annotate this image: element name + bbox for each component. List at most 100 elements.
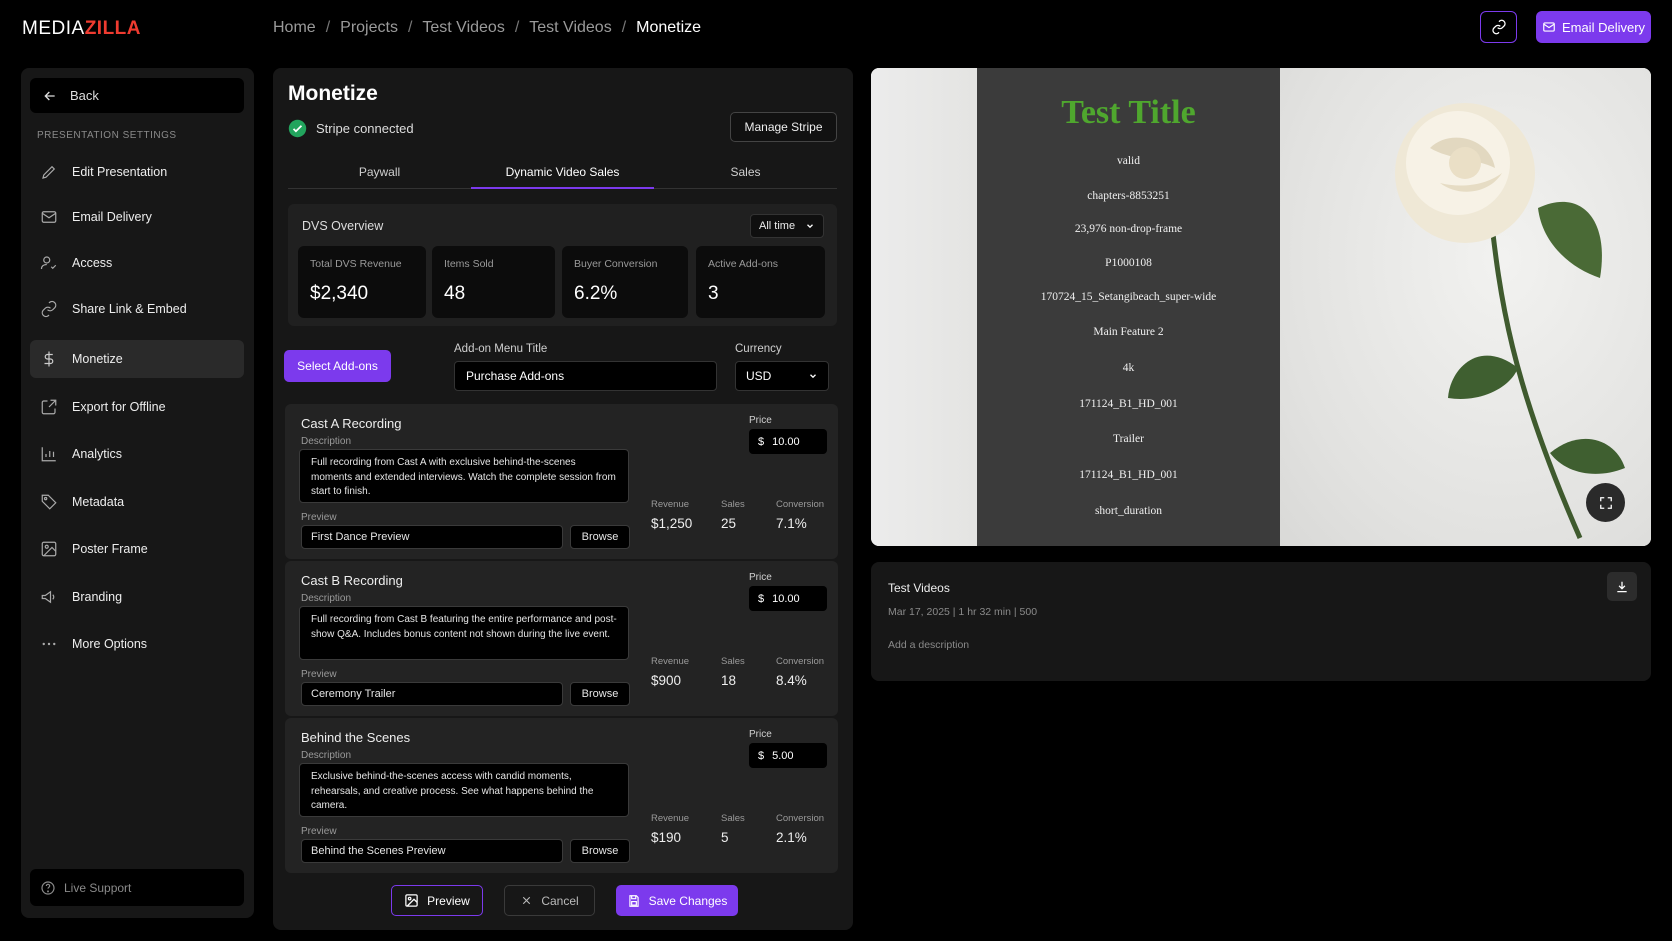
currency-label: Currency <box>735 343 782 355</box>
preview-label: Preview <box>301 826 337 837</box>
chevron-down-icon <box>810 374 816 379</box>
sidebar-item-email-delivery[interactable]: Email Delivery <box>30 198 244 236</box>
sales-label: Sales <box>721 656 745 667</box>
price-input[interactable]: $10.00 <box>749 586 827 611</box>
export-icon <box>41 399 57 415</box>
tab-sales[interactable]: Sales <box>654 155 837 188</box>
download-button[interactable] <box>1607 572 1637 601</box>
live-support-label: Live Support <box>64 880 132 895</box>
conversion-value: 8.4% <box>776 673 807 688</box>
breadcrumb: Home / Projects / Test Videos / Test Videos… <box>273 19 701 37</box>
back-label: Back <box>70 88 99 103</box>
revenue-label: Revenue <box>651 813 690 824</box>
description-textarea[interactable]: Full recording from Cast A with exclusiv… <box>299 449 629 503</box>
video-line: 23,976 non-drop-frame <box>1074 223 1183 235</box>
breadcrumb-current: Monetize <box>636 19 702 36</box>
conversion-value: 2.1% <box>776 830 807 845</box>
stripe-status-label: Stripe connected <box>316 121 414 136</box>
image-icon <box>405 894 418 907</box>
preview-input[interactable]: First Dance Preview <box>301 525 563 549</box>
price-value: 5.00 <box>772 749 794 762</box>
currency-symbol: $ <box>758 592 765 605</box>
save-changes-button[interactable]: Save Changes <box>616 885 738 916</box>
mail-icon <box>41 211 57 223</box>
fullscreen-button[interactable] <box>1586 483 1625 522</box>
stat-card: Total DVS Revenue $2,340 <box>298 246 426 318</box>
browse-button[interactable]: Browse <box>570 525 630 549</box>
logo[interactable]: MEDIAZILLA <box>22 18 141 40</box>
stat-label: Total DVS Revenue <box>310 258 402 270</box>
tag-icon <box>41 494 57 510</box>
back-button[interactable]: Back <box>30 78 244 113</box>
stat-value: 3 <box>708 283 719 304</box>
stripe-status: Stripe connected <box>288 119 414 138</box>
sidebar-item-export[interactable]: Export for Offline <box>30 388 244 426</box>
currency-symbol: $ <box>758 749 765 762</box>
arrow-left-icon <box>44 91 55 100</box>
price-label: Price <box>749 572 772 583</box>
manage-stripe-button[interactable]: Manage Stripe <box>730 112 837 142</box>
live-support-button[interactable]: Live Support <box>30 869 244 906</box>
breadcrumb-separator: / <box>407 19 413 36</box>
description-placeholder[interactable]: Add a description <box>888 639 969 651</box>
description-textarea[interactable]: Full recording from Cast B featuring the… <box>299 606 629 660</box>
sidebar-item-monetize[interactable]: Monetize <box>30 340 244 378</box>
stat-label: Buyer Conversion <box>574 258 658 270</box>
sales-label: Sales <box>721 499 745 510</box>
sidebar-item-access[interactable]: Access <box>30 244 244 282</box>
sidebar-item-branding[interactable]: Branding <box>30 578 244 616</box>
preview-input[interactable]: Behind the Scenes Preview <box>301 839 563 863</box>
preview-label: Preview <box>427 893 470 908</box>
copy-link-button[interactable] <box>1480 11 1517 43</box>
breadcrumb-home[interactable]: Home <box>273 19 316 37</box>
browse-button[interactable]: Browse <box>570 682 630 706</box>
time-range-select[interactable]: All time <box>750 214 824 238</box>
sales-value: 18 <box>721 673 737 688</box>
preview-button[interactable]: Preview <box>391 885 483 916</box>
video-line: 4k <box>1122 362 1135 374</box>
video-preview[interactable]: Test Title valid chapters-8853251 23,976… <box>871 68 1651 546</box>
select-addons-button[interactable]: Select Add-ons <box>284 350 391 382</box>
revenue-value: $900 <box>651 673 682 688</box>
video-line: short_duration <box>1094 505 1163 517</box>
currency-select[interactable]: USD <box>735 361 829 391</box>
video-line: Trailer <box>1113 433 1144 445</box>
time-range-value: All time <box>759 220 796 232</box>
breadcrumb-separator: / <box>325 19 331 36</box>
price-input[interactable]: $10.00 <box>749 429 827 454</box>
sidebar-item-poster-frame[interactable]: Poster Frame <box>30 530 244 568</box>
tab-dynamic-video-sales[interactable]: Dynamic Video Sales <box>471 155 654 189</box>
breadcrumb-test-videos-2[interactable]: Test Videos <box>529 19 611 37</box>
sidebar-item-share-link[interactable]: Share Link & Embed <box>30 290 244 328</box>
email-delivery-button[interactable]: Email Delivery <box>1536 11 1651 43</box>
mail-icon <box>1543 22 1555 32</box>
preview-input[interactable]: Ceremony Trailer <box>301 682 563 706</box>
video-title-card: Test Title valid chapters-8853251 23,976… <box>977 68 1280 546</box>
price-input[interactable]: $5.00 <box>749 743 827 768</box>
save-icon <box>628 894 639 907</box>
sidebar-item-edit-presentation[interactable]: Edit Presentation <box>30 153 244 191</box>
menu-title-input[interactable]: Purchase Add-ons <box>454 361 717 391</box>
sidebar-item-metadata[interactable]: Metadata <box>30 483 244 521</box>
video-line: 171124_B1_HD_001 <box>1079 398 1178 410</box>
video-background <box>871 68 977 546</box>
sidebar-item-more-options[interactable]: More Options <box>30 625 244 663</box>
stat-value: 6.2% <box>574 283 618 304</box>
cancel-button[interactable]: Cancel <box>504 885 595 916</box>
sidebar: Back PRESENTATION SETTINGS Edit Presenta… <box>21 68 254 918</box>
description-textarea[interactable]: Exclusive behind-the-scenes access with … <box>299 763 629 817</box>
description-label: Description <box>301 750 352 761</box>
video-info: Test Videos Mar 17, 2025 | 1 hr 32 min |… <box>871 562 1651 681</box>
megaphone-icon <box>41 590 55 604</box>
breadcrumb-test-videos[interactable]: Test Videos <box>422 19 504 37</box>
help-icon <box>41 880 55 895</box>
monetize-tabs: Paywall Dynamic Video Sales Sales <box>288 155 837 189</box>
video-line: 170724_15_Setangibeach_super-wide <box>1040 291 1217 303</box>
tab-paywall[interactable]: Paywall <box>288 155 471 188</box>
sidebar-item-analytics[interactable]: Analytics <box>30 435 244 473</box>
browse-button[interactable]: Browse <box>570 839 630 863</box>
conversion-label: Conversion <box>776 499 825 510</box>
video-info-title: Test Videos <box>888 581 950 595</box>
sales-value: 5 <box>721 830 729 845</box>
breadcrumb-projects[interactable]: Projects <box>340 19 398 37</box>
